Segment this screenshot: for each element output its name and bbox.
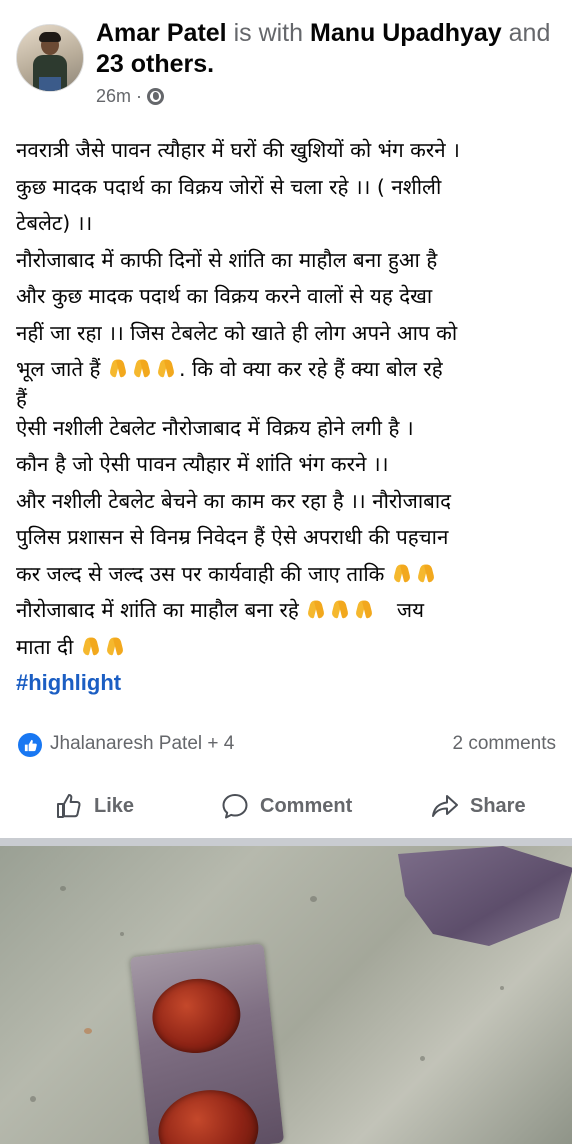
post-line-text: कर जल्द से जल्द उस पर कार्यवाही की जाए त… <box>16 561 385 586</box>
post-line: भूल जाते हैं . कि वो क्या कर रहे हैं क्य… <box>16 351 561 388</box>
post-line: टेबलेट) ।। <box>16 211 93 235</box>
and-text: and <box>508 19 551 47</box>
tagged-others[interactable]: 23 others <box>96 50 207 78</box>
tablet-pill <box>154 1085 263 1144</box>
post-line: पुलिस प्रशासन से विनम्र निवेदन हैं ऐसे अ… <box>16 525 449 549</box>
post-divider <box>0 838 572 846</box>
post-line: माता दी <box>16 629 561 666</box>
folded-hands-icon <box>415 562 437 584</box>
post-photo[interactable] <box>0 846 572 1144</box>
like-button[interactable]: Like <box>54 788 134 824</box>
tablet-pill <box>148 974 245 1058</box>
like-label: Like <box>94 794 135 817</box>
hashtag-link[interactable]: #highlight <box>16 665 561 702</box>
author-avatar[interactable] <box>16 24 84 92</box>
post-line-text: माता दी <box>16 634 74 659</box>
folded-hands-icon <box>391 562 413 584</box>
share-label: Share <box>470 794 526 817</box>
post-meta: 26m · <box>96 86 165 107</box>
post-time[interactable]: 26m <box>96 86 131 107</box>
post-line-text: नौरोजाबाद में शांति का माहौल बना रहे <box>16 598 299 622</box>
folded-hands-icon <box>104 635 126 657</box>
share-icon <box>432 795 458 817</box>
folded-hands-icon <box>305 598 327 620</box>
folded-hands-icon <box>155 357 177 379</box>
header-period: . <box>207 50 215 78</box>
tablet-strip <box>129 943 285 1144</box>
folded-hands-icon <box>131 357 153 379</box>
folded-hands-icon <box>80 635 102 657</box>
post-line: नौरोजाबाद में काफी दिनों से शांति का माह… <box>16 247 438 272</box>
post-line: और नशीली टेबलेट बेचने का काम कर रहा है ।… <box>16 488 452 513</box>
reaction-names[interactable]: Jhalanaresh Patel + 4 <box>50 733 234 755</box>
share-button[interactable]: Share <box>430 788 526 824</box>
author-name[interactable]: Amar Patel <box>96 19 227 47</box>
post-line: कुछ मादक पदार्थ का विक्रय जोरों से चला र… <box>16 174 442 199</box>
post-line: नौरोजाबाद में शांति का माहौल बना रहे जय <box>16 592 561 629</box>
tagged-name[interactable]: Manu Upadhyay <box>310 19 502 47</box>
folded-hands-icon <box>107 357 129 379</box>
comment-label: Comment <box>260 794 353 817</box>
post-line-text: भूल जाते हैं <box>16 357 101 381</box>
folded-hands-icon <box>353 598 375 620</box>
comment-icon <box>222 794 248 819</box>
post-line-text: जय <box>396 598 424 622</box>
post-line-text: . कि वो क्या कर रहे हैं क्या बोल रहे <box>178 357 443 381</box>
post-line: नहीं जा रहा ।। जिस टेबलेट को खाते ही लोग… <box>16 320 458 345</box>
foil-shard <box>398 846 572 946</box>
with-text: is with <box>233 19 304 47</box>
comment-button[interactable]: Comment <box>220 788 352 824</box>
post-header: Amar Patel is with Manu Upadhyay and 23 … <box>0 0 572 120</box>
post-line: कर जल्द से जल्द उस पर कार्यवाही की जाए त… <box>16 556 561 593</box>
folded-hands-icon <box>329 598 351 620</box>
thumbs-up-icon <box>57 794 81 818</box>
globe-icon[interactable] <box>147 88 165 105</box>
post-line: ऐसी नशीली टेबलेट नौरोजाबाद में विक्रय हो… <box>16 415 414 440</box>
post-line: हैं <box>16 386 27 411</box>
reactions-bar: Jhalanaresh Patel + 4 2 comments <box>16 730 556 760</box>
comment-count[interactable]: 2 comments <box>453 733 556 755</box>
post-body: नवरात्री जैसे पावन त्यौहार में घरों की ख… <box>16 132 561 702</box>
action-bar: Like Comment Share <box>0 780 572 832</box>
post-line: कौन है जो ऐसी पावन त्यौहार में शांति भंग… <box>16 452 389 476</box>
meta-separator: · <box>136 86 143 106</box>
author-line: Amar Patel is with Manu Upadhyay and 23 … <box>96 18 556 80</box>
post-line: नवरात्री जैसे पावन त्यौहार में घरों की ख… <box>16 138 460 162</box>
like-icon[interactable] <box>18 733 42 757</box>
post-line: और कुछ मादक पदार्थ का विक्रय करने वालों … <box>16 284 433 308</box>
